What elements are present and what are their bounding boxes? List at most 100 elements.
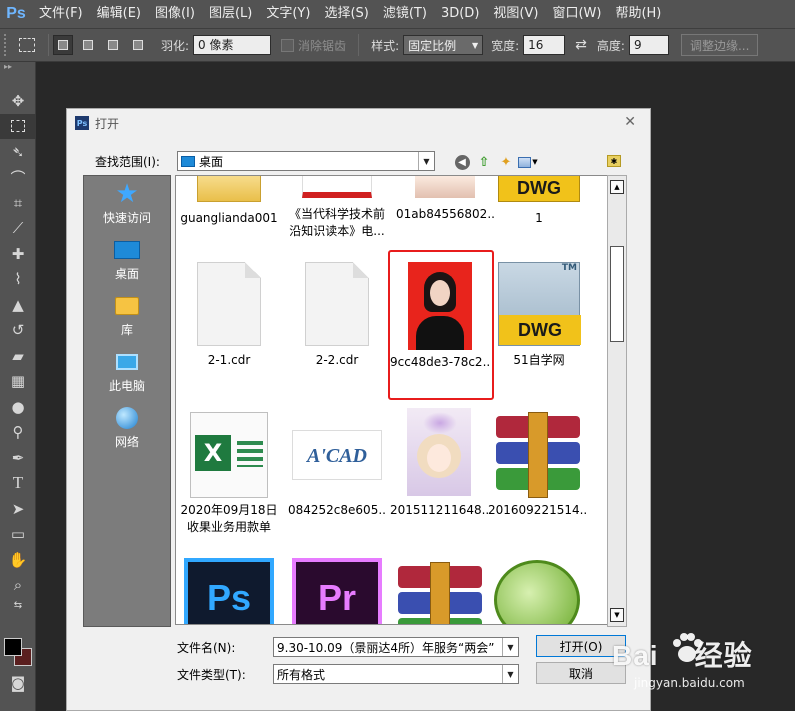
place-quick-access[interactable]: ★ 快速访问 [84, 176, 170, 232]
foreground-color[interactable] [4, 638, 22, 656]
file-item[interactable]: A'CAD 084252c8e605... [288, 412, 386, 519]
toolbox-collapse-icon[interactable]: ▸▸ [0, 62, 35, 72]
menu-window[interactable]: 窗口(W) [545, 0, 608, 28]
move-tool-icon[interactable]: ✥ [0, 88, 36, 114]
file-item[interactable]: DWG 1 [490, 176, 588, 227]
menu-select[interactable]: 选择(S) [317, 0, 375, 28]
place-network[interactable]: 网络 [84, 400, 170, 456]
style-select[interactable]: 固定比例 ▼ [403, 35, 484, 55]
scroll-down-icon[interactable]: ▼ [610, 608, 624, 622]
menu-image[interactable]: 图像(I) [148, 0, 202, 28]
back-button[interactable]: ◀ [451, 153, 473, 171]
ps-app-icon: Ps [75, 116, 89, 130]
place-library[interactable]: 库 [84, 288, 170, 344]
watermark-url: jingyan.baidu.com [634, 676, 745, 690]
file-list-scrollbar[interactable]: ▲ ▼ [607, 175, 627, 627]
gradient-tool-icon[interactable]: ▦ [0, 369, 36, 395]
library-icon [114, 295, 140, 317]
file-item[interactable] [488, 560, 586, 624]
chevron-down-icon[interactable]: ▼ [418, 152, 434, 170]
type-tool-icon[interactable]: T [0, 471, 36, 497]
lookin-label: 查找范围(I): [95, 154, 160, 169]
filename-input[interactable]: 9.30-10.09（景丽达4所）年服务“两会” ▼ [273, 637, 519, 657]
file-item[interactable]: guanglianda001 [180, 176, 278, 227]
file-item[interactable]: 2-1.cdr [180, 262, 278, 369]
close-icon[interactable]: ✕ [624, 114, 636, 130]
swap-dimensions-icon[interactable]: ⇄ [575, 37, 587, 53]
file-item[interactable]: 2-2.cdr [288, 262, 386, 369]
width-input[interactable]: 16 [523, 35, 566, 55]
place-desktop[interactable]: 桌面 [84, 232, 170, 288]
menu-edit[interactable]: 编辑(E) [90, 0, 148, 28]
stamp-tool-icon[interactable]: ▲ [0, 292, 36, 318]
place-label: 此电脑 [108, 378, 145, 393]
dodge-tool-icon[interactable]: ⚲ [0, 420, 36, 446]
favorites-icon[interactable]: ✱ [607, 155, 621, 167]
menu-3d[interactable]: 3D(D) [434, 0, 486, 28]
feather-input[interactable]: 0 像素 [193, 35, 272, 55]
image-thumbnail [415, 176, 475, 198]
file-item[interactable] [390, 562, 488, 624]
file-item[interactable]: 《当代科学技术前 沿知识读本》电... [288, 176, 386, 240]
file-label: 2-2.cdr [315, 353, 359, 367]
file-item[interactable]: 201609221514... [488, 412, 586, 519]
pen-tool-icon[interactable]: ✒ [0, 445, 36, 471]
quick-mask-icon[interactable]: ◙ [0, 670, 36, 696]
refine-edge-button[interactable]: 调整边缘... [680, 34, 759, 56]
antialias-checkbox[interactable] [281, 38, 295, 52]
menu-bar: Ps 文件(F) 编辑(E) 图像(I) 图层(L) 文字(Y) 选择(S) 滤… [0, 0, 795, 28]
new-folder-icon[interactable]: ✦ [495, 153, 517, 171]
quick-select-tool-icon[interactable]: ⌒ [0, 165, 36, 191]
zoom-tool-icon[interactable]: ⌕ [0, 573, 36, 599]
coreldraw-thumbnail [494, 560, 580, 624]
chevron-down-icon[interactable]: ▼ [502, 665, 518, 683]
lasso-tool-icon[interactable]: ➴ [0, 139, 36, 165]
marquee-tool-icon[interactable] [0, 113, 36, 139]
excel-logo: X [195, 435, 231, 471]
hand-tool-icon[interactable]: ✋ [0, 547, 36, 573]
file-item[interactable]: Ps [180, 558, 278, 624]
new-selection-button[interactable] [53, 35, 73, 55]
history-brush-tool-icon[interactable]: ↺ [0, 318, 36, 344]
menu-layer[interactable]: 图层(L) [202, 0, 259, 28]
crop-tool-icon[interactable]: ⌗ [0, 190, 36, 216]
place-this-pc[interactable]: 此电脑 [84, 344, 170, 400]
file-item[interactable]: 201511211648... [390, 408, 488, 519]
file-item[interactable]: Pr [288, 558, 386, 624]
subtract-selection-button[interactable] [103, 35, 123, 55]
menu-help[interactable]: 帮助(H) [608, 0, 668, 28]
up-folder-icon[interactable]: ⇧ [473, 153, 495, 171]
nav-toolbar: ◀ ⇧ ✦ ▼ [451, 153, 539, 171]
eraser-tool-icon[interactable]: ▰ [0, 343, 36, 369]
color-swatches[interactable] [4, 638, 34, 668]
swap-colors-icon[interactable]: ⇆ [0, 598, 36, 612]
scroll-up-icon[interactable]: ▲ [610, 180, 624, 194]
file-item[interactable]: X 2020年09月18日 收果业务用款单 [180, 412, 278, 536]
menu-type[interactable]: 文字(Y) [259, 0, 317, 28]
path-select-tool-icon[interactable]: ➤ [0, 496, 36, 522]
view-menu-button[interactable]: ▼ [517, 153, 539, 171]
filetype-select[interactable]: 所有格式 ▼ [273, 664, 519, 684]
dialog-title-bar[interactable]: Ps 打开 [67, 109, 650, 137]
lookin-dropdown[interactable]: 桌面 ▼ [177, 151, 435, 171]
shape-tool-icon[interactable]: ▭ [0, 522, 36, 548]
brush-tool-icon[interactable]: ⌇ [0, 267, 36, 293]
add-selection-button[interactable] [78, 35, 98, 55]
view-grid-icon [518, 156, 532, 168]
blur-tool-icon[interactable]: ● [0, 394, 36, 420]
menu-filter[interactable]: 滤镜(T) [376, 0, 434, 28]
marquee-preset-icon[interactable] [10, 32, 44, 58]
separator [48, 34, 49, 56]
intersect-selection-button[interactable] [128, 35, 148, 55]
height-input[interactable]: 9 [628, 35, 669, 55]
scroll-thumb[interactable] [610, 246, 624, 342]
paw-icon [673, 633, 702, 662]
file-item[interactable]: 01ab84556802... [396, 176, 494, 223]
eyedropper-tool-icon[interactable]: ⟋ [0, 216, 36, 242]
menu-view[interactable]: 视图(V) [486, 0, 545, 28]
file-item[interactable]: TM DWG 51自学网 [490, 262, 588, 369]
chevron-down-icon[interactable]: ▼ [502, 638, 518, 656]
menu-file[interactable]: 文件(F) [32, 0, 90, 28]
file-list: guanglianda001 《当代科学技术前 沿知识读本》电... 01ab8… [175, 175, 625, 625]
healing-tool-icon[interactable]: ✚ [0, 241, 36, 267]
